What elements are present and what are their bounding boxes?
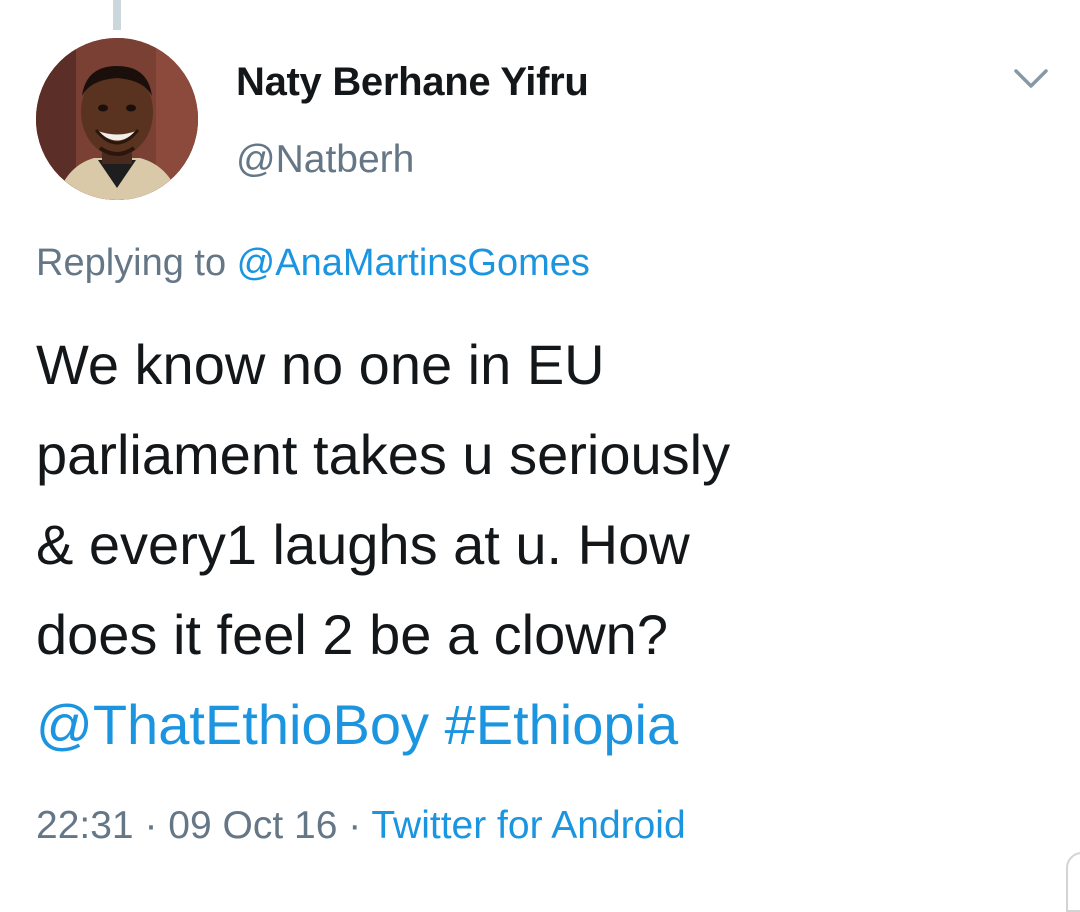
- author-name[interactable]: Naty Berhane Yifru: [236, 60, 589, 105]
- hashtag-link[interactable]: #Ethiopia: [445, 693, 679, 756]
- tweet-time: 22:31: [36, 804, 134, 847]
- author-handle[interactable]: @Natberh: [236, 138, 414, 182]
- tweet-text-line: does it feel 2 be a clown?: [36, 603, 668, 666]
- meta-separator: ·: [133, 804, 169, 847]
- reply-to-mention[interactable]: @AnaMartinsGomes: [237, 242, 590, 284]
- reply-context: Replying to @AnaMartinsGomes: [36, 242, 590, 285]
- mention-link[interactable]: @ThatEthioBoy: [36, 693, 429, 756]
- reply-prefix: Replying to: [36, 242, 237, 284]
- tweet-text-line: & every1 laughs at u. How: [36, 513, 690, 576]
- tweet-date: 09 Oct 16: [168, 804, 338, 847]
- tweet-source-link[interactable]: Twitter for Android: [371, 804, 685, 847]
- avatar[interactable]: [36, 38, 198, 200]
- chevron-down-icon[interactable]: [1013, 67, 1049, 91]
- tweet-text-line: We know no one in EU: [36, 333, 605, 396]
- thread-connector-line: [113, 0, 121, 30]
- corner-overlay-edge: [1066, 852, 1080, 912]
- avatar-photo: [36, 38, 198, 200]
- tweet-text: We know no one in EU parliament takes u …: [36, 320, 1046, 770]
- meta-separator: ·: [337, 804, 372, 847]
- tweet-metadata: 22:31 · 09 Oct 16 · Twitter for Android: [36, 804, 686, 848]
- tweet-links-line: @ThatEthioBoy #Ethiopia: [36, 680, 1046, 770]
- tweet-text-line: parliament takes u seriously: [36, 423, 731, 486]
